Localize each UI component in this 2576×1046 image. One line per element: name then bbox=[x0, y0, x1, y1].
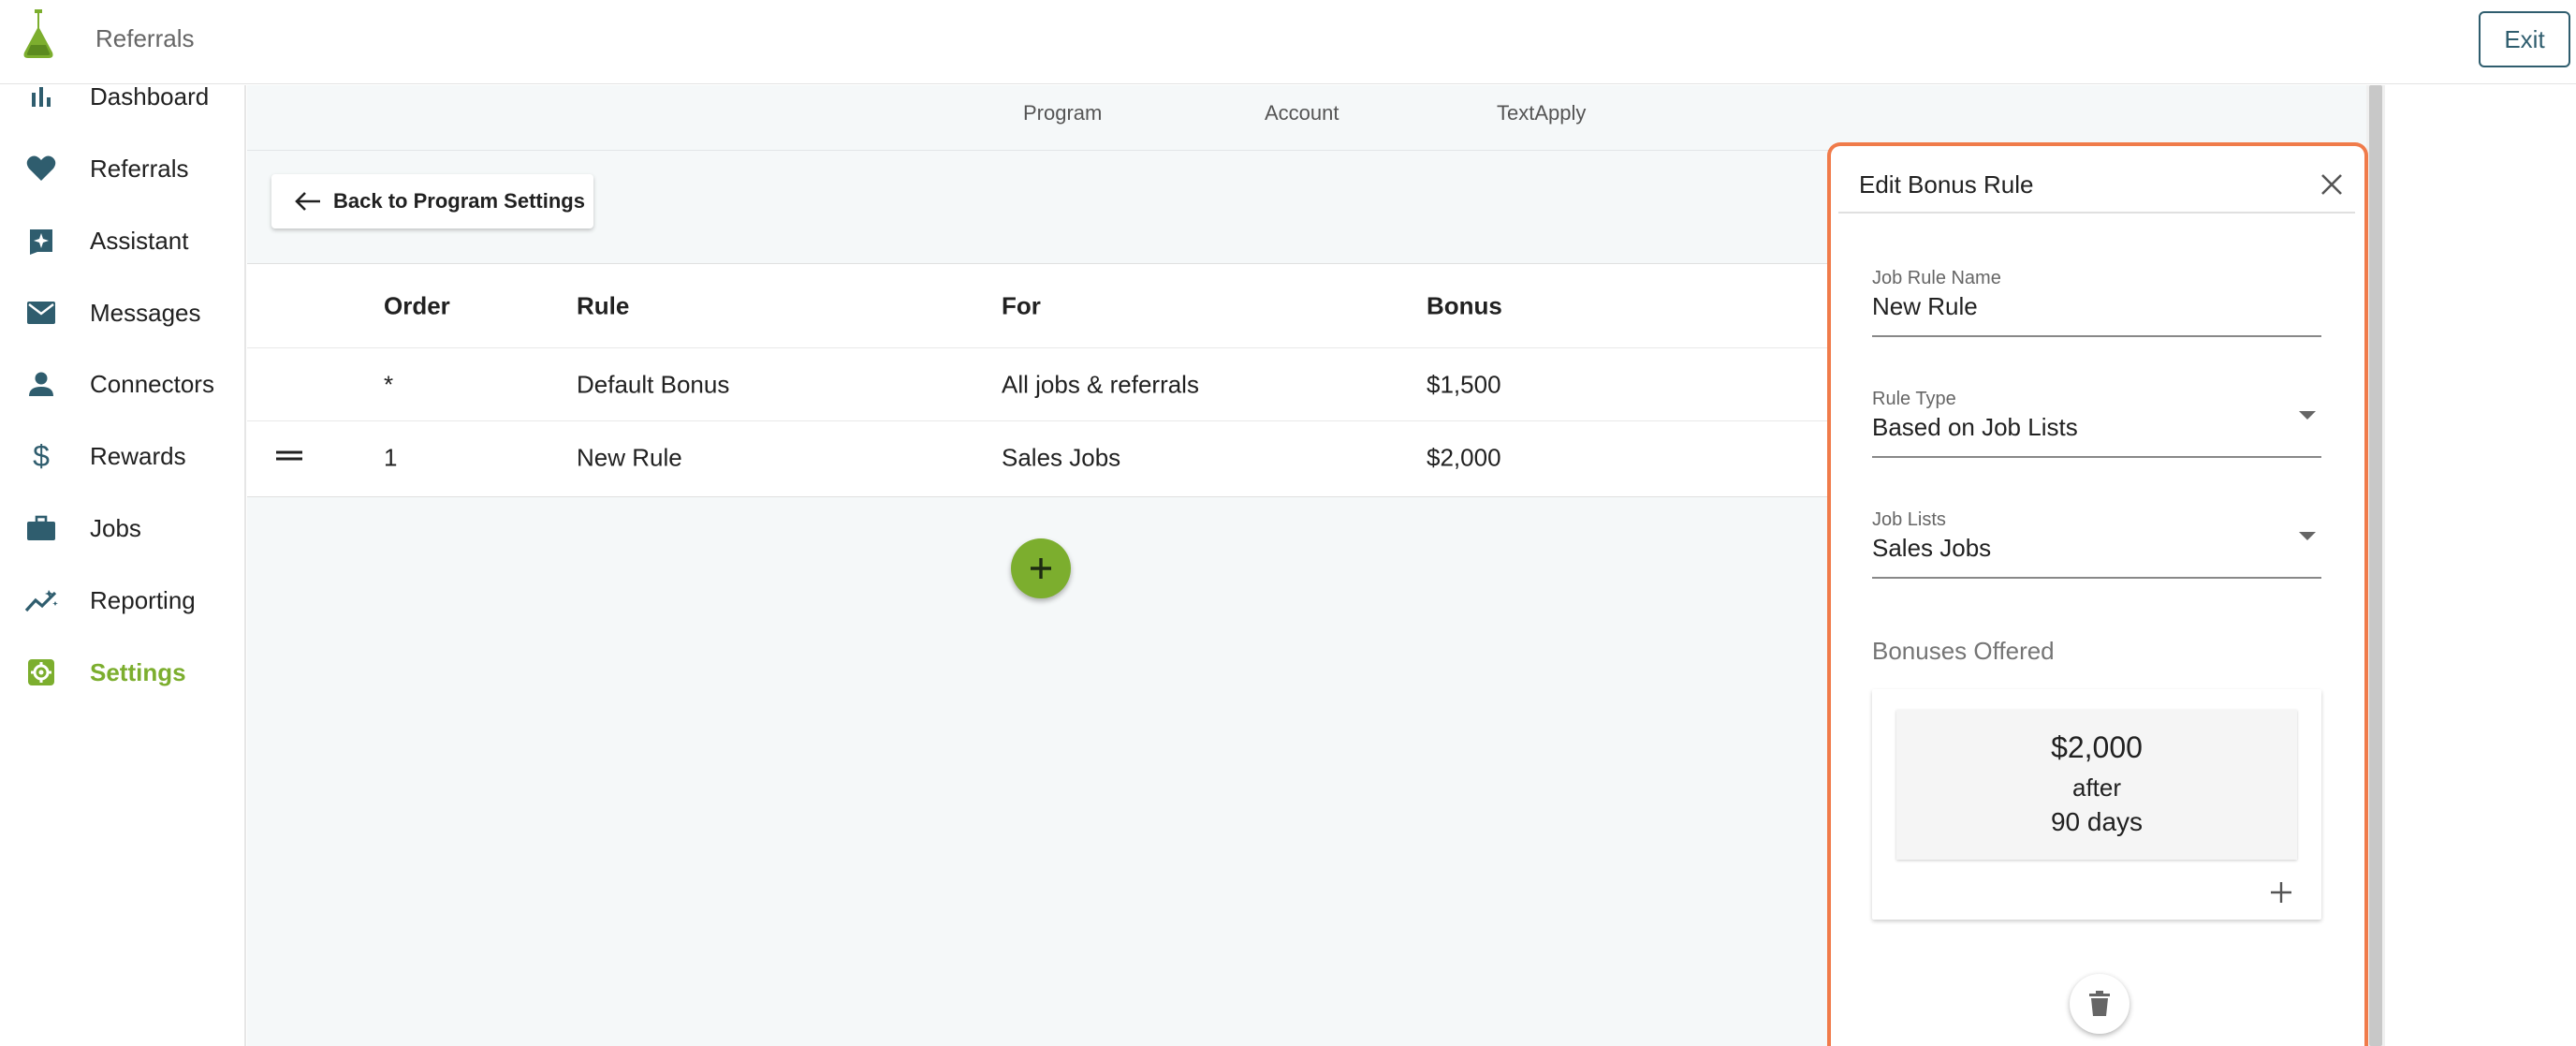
bonus-amount: $2,000 bbox=[2051, 730, 2143, 764]
table-row[interactable]: * Default Bonus All jobs & referrals $1,… bbox=[247, 348, 1838, 421]
dollar-icon: $ bbox=[24, 439, 58, 473]
bonus-days: 90 days bbox=[2050, 807, 2144, 836]
row-rule: New Rule bbox=[577, 443, 682, 472]
app-title: Referrals bbox=[95, 24, 195, 52]
close-icon[interactable] bbox=[2316, 169, 2348, 200]
bonus-item[interactable]: $2,000 after 90 days bbox=[1896, 710, 2297, 860]
tab-account[interactable]: Account bbox=[1265, 101, 1339, 125]
sidebar-item-label: Jobs bbox=[90, 513, 141, 542]
bonus-rules-table: Order Rule For Bonus * Default Bonus All… bbox=[247, 263, 1838, 497]
row-order: * bbox=[384, 370, 394, 398]
field-underline bbox=[1872, 456, 2321, 458]
edit-bonus-rule-panel: Edit Bonus Rule Job Rule Name New Rule R… bbox=[1827, 142, 2368, 1046]
row-for: Sales Jobs bbox=[1002, 443, 1121, 472]
sidebar-item-rewards[interactable]: $ Rewards bbox=[0, 428, 246, 484]
rule-type-label: Rule Type bbox=[1872, 389, 1956, 409]
sidebar-item-label: Connectors bbox=[90, 369, 214, 398]
job-lists-select[interactable]: Job Lists Sales Jobs bbox=[1872, 509, 2321, 584]
field-underline bbox=[1872, 335, 2321, 337]
sidebar-item-assistant[interactable]: Assistant bbox=[0, 213, 246, 269]
job-rule-name-value: New Rule bbox=[1872, 292, 1978, 320]
add-bonus-icon[interactable] bbox=[2265, 877, 2297, 908]
settings-icon bbox=[24, 656, 58, 689]
header-order: Order bbox=[384, 291, 450, 319]
sidebar-item-jobs[interactable]: Jobs bbox=[0, 500, 246, 556]
bonuses-offered-title: Bonuses Offered bbox=[1872, 637, 2055, 665]
heart-icon bbox=[24, 152, 58, 185]
scrollbar-thumb[interactable] bbox=[2369, 85, 2382, 1046]
person-icon bbox=[24, 367, 58, 401]
back-button-label: Back to Program Settings bbox=[333, 189, 585, 213]
job-rule-name-label: Job Rule Name bbox=[1872, 268, 2001, 288]
tab-textapply[interactable]: TextApply bbox=[1497, 101, 1586, 125]
trash-icon bbox=[2089, 991, 2110, 1016]
row-order: 1 bbox=[384, 443, 398, 472]
job-rule-name-field[interactable]: Job Rule Name New Rule bbox=[1872, 268, 2321, 343]
job-lists-label: Job Lists bbox=[1872, 509, 1946, 530]
sidebar-item-messages[interactable]: Messages bbox=[0, 285, 246, 341]
sidebar: Dashboard Referrals Assistant Messages Conne… bbox=[0, 82, 246, 1046]
back-to-program-settings-button[interactable]: Back to Program Settings bbox=[271, 174, 593, 228]
svg-text:$: $ bbox=[33, 440, 50, 472]
exit-button[interactable]: Exit bbox=[2479, 11, 2570, 67]
bar-chart-icon bbox=[24, 80, 58, 113]
sidebar-item-label: Dashboard bbox=[90, 81, 210, 110]
dropdown-arrow-icon bbox=[2299, 411, 2316, 420]
row-bonus: $2,000 bbox=[1427, 443, 1501, 472]
tab-program[interactable]: Program bbox=[1023, 101, 1102, 125]
sidebar-item-referrals[interactable]: Referrals bbox=[0, 140, 246, 197]
sidebar-item-connectors[interactable]: Connectors bbox=[0, 356, 246, 412]
header-rule: Rule bbox=[577, 291, 630, 319]
table-header-row: Order Rule For Bonus bbox=[247, 264, 1838, 348]
field-underline bbox=[1872, 577, 2321, 579]
bonus-after-label: after bbox=[2071, 773, 2122, 802]
row-bonus: $1,500 bbox=[1427, 370, 1501, 398]
row-for: All jobs & referrals bbox=[1002, 370, 1199, 398]
dropdown-arrow-icon bbox=[2299, 532, 2316, 540]
top-bar: Referrals Exit bbox=[0, 0, 2576, 84]
rule-type-value: Based on Job Lists bbox=[1872, 413, 2078, 441]
panel-title: Edit Bonus Rule bbox=[1859, 170, 2034, 199]
sidebar-item-label: Messages bbox=[90, 298, 201, 327]
plus-icon bbox=[1031, 558, 1051, 579]
delete-rule-button[interactable] bbox=[2070, 974, 2130, 1034]
table-row[interactable]: 1 New Rule Sales Jobs $2,000 bbox=[247, 421, 1838, 494]
sidebar-item-reporting[interactable]: Reporting bbox=[0, 572, 246, 628]
trend-icon bbox=[24, 583, 58, 617]
sparkle-icon bbox=[24, 224, 58, 258]
panel-header: Edit Bonus Rule bbox=[1838, 155, 2355, 214]
sidebar-item-label: Settings bbox=[90, 657, 186, 686]
bonuses-card: $2,000 after 90 days bbox=[1872, 689, 2321, 920]
add-rule-button[interactable] bbox=[1011, 538, 1071, 598]
row-rule: Default Bonus bbox=[577, 370, 730, 398]
header-bonus: Bonus bbox=[1427, 291, 1502, 319]
sidebar-item-label: Reporting bbox=[90, 585, 196, 614]
sidebar-item-label: Assistant bbox=[90, 226, 189, 255]
sidebar-item-settings[interactable]: Settings bbox=[0, 644, 246, 700]
envelope-icon bbox=[24, 296, 58, 330]
logo-icon bbox=[19, 6, 58, 62]
sidebar-item-label: Referrals bbox=[90, 154, 189, 183]
briefcase-icon bbox=[24, 511, 58, 545]
scrollbar[interactable] bbox=[2366, 85, 2385, 1046]
sidebar-item-label: Rewards bbox=[90, 441, 186, 470]
rule-type-select[interactable]: Rule Type Based on Job Lists bbox=[1872, 389, 2321, 464]
job-lists-value: Sales Jobs bbox=[1872, 534, 1992, 562]
drag-handle-icon[interactable] bbox=[275, 449, 303, 467]
settings-tabs: Program Account TextApply bbox=[247, 85, 2366, 151]
sidebar-item-dashboard[interactable]: Dashboard bbox=[0, 68, 246, 125]
arrow-left-icon bbox=[295, 192, 320, 211]
header-for: For bbox=[1002, 291, 1041, 319]
